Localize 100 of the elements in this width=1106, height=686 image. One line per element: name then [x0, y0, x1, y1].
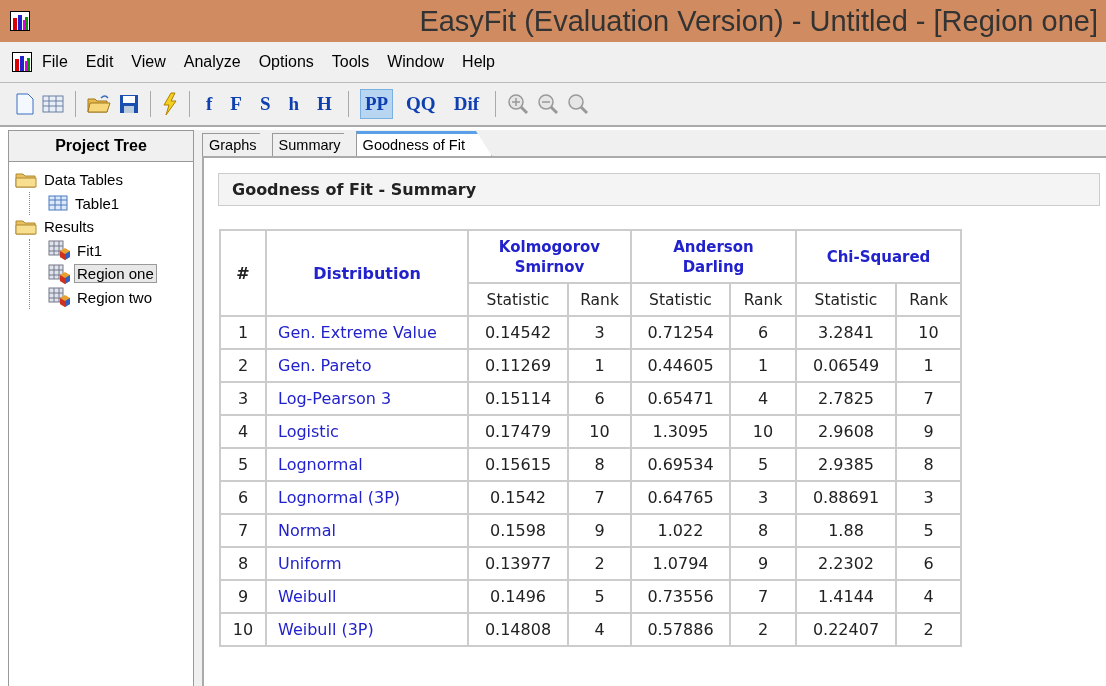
- table-cell: Weibull: [266, 580, 468, 613]
- panel-title: Project Tree: [9, 131, 193, 162]
- table-cell: 10: [568, 415, 631, 448]
- toolbar-button[interactable]: H: [312, 89, 337, 119]
- column-header: Statistic: [468, 283, 568, 316]
- table-cell: 0.06549: [796, 349, 896, 382]
- table-cell: 0.88691: [796, 481, 896, 514]
- column-header: Chi-Squared: [796, 230, 961, 283]
- table-cell: 0.57886: [631, 613, 730, 646]
- table-cell: 3: [730, 481, 796, 514]
- tree-item[interactable]: Table1: [72, 193, 123, 213]
- table-cell: 4: [568, 613, 631, 646]
- toolbar-button[interactable]: QQ: [401, 89, 441, 119]
- table-cell: Gen. Extreme Value: [266, 316, 468, 349]
- table-cell: 3: [220, 382, 266, 415]
- grid-cube-icon: [48, 263, 70, 284]
- toolbar-button[interactable]: PP: [359, 89, 394, 119]
- toolbar-button[interactable]: S: [254, 89, 276, 119]
- table-cell: 0.14808: [468, 613, 568, 646]
- table-cell: 4: [220, 415, 266, 448]
- table-cell: 0.13977: [468, 547, 568, 580]
- grid-cube-icon: [48, 240, 70, 261]
- table-cell: 1.88: [796, 514, 896, 547]
- menu-item[interactable]: Edit: [77, 51, 122, 73]
- column-header: Rank: [568, 283, 631, 316]
- table-cell: 9: [730, 547, 796, 580]
- table-cell: 6: [896, 547, 961, 580]
- table-cell: 10: [220, 613, 266, 646]
- table-cell: 5: [220, 448, 266, 481]
- table-cell: 0.1598: [468, 514, 568, 547]
- open-folder-icon[interactable]: [87, 94, 111, 114]
- table-cell: Logistic: [266, 415, 468, 448]
- table-cell: 2: [568, 547, 631, 580]
- table-cell: Weibull (3P): [266, 613, 468, 646]
- tab[interactable]: Goodness of Fit: [355, 131, 492, 156]
- save-icon[interactable]: [119, 94, 139, 114]
- toolbar-button[interactable]: h: [283, 89, 305, 119]
- table-cell: 6: [730, 316, 796, 349]
- table-cell: 0.73556: [631, 580, 730, 613]
- menu-item[interactable]: Tools: [323, 51, 378, 73]
- tree-item[interactable]: Fit1: [74, 240, 105, 260]
- table-cell: 9: [220, 580, 266, 613]
- table-cell: 1: [220, 316, 266, 349]
- table-cell: Uniform: [266, 547, 468, 580]
- zoom-out-icon[interactable]: [537, 93, 559, 115]
- table-cell: 1.3095: [631, 415, 730, 448]
- table-cell: 0.15114: [468, 382, 568, 415]
- column-header: #: [220, 230, 266, 316]
- column-header: Distribution: [266, 230, 468, 316]
- folder-icon: [15, 218, 37, 235]
- toolbar-button[interactable]: F: [225, 89, 247, 119]
- menu-item[interactable]: Window: [379, 51, 453, 73]
- table-cell: 2: [730, 613, 796, 646]
- menu-item[interactable]: File: [34, 51, 76, 73]
- zoom-in-icon[interactable]: [507, 93, 529, 115]
- table-icon[interactable]: [42, 95, 64, 113]
- lightning-icon[interactable]: [162, 92, 178, 116]
- menu-item[interactable]: Options: [250, 51, 322, 73]
- table-cell: 5: [568, 580, 631, 613]
- grid-cube-icon: [48, 287, 70, 308]
- tree-item[interactable]: Region one: [74, 264, 157, 284]
- window-title: EasyFit (Evaluation Version) - Untitled - [Region one]: [419, 4, 1098, 38]
- table-cell: 0.44605: [631, 349, 730, 382]
- table-cell: Normal: [266, 514, 468, 547]
- table-cell: 2.9608: [796, 415, 896, 448]
- table-cell: 0.65471: [631, 382, 730, 415]
- table-cell: 5: [730, 448, 796, 481]
- menu-item[interactable]: View: [123, 51, 174, 73]
- toolbar-button[interactable]: Dif: [448, 89, 484, 119]
- tree-item[interactable]: Results: [41, 217, 98, 237]
- table-cell: 0.69534: [631, 448, 730, 481]
- tree-item[interactable]: Data Tables: [41, 170, 126, 190]
- magnifier-icon[interactable]: [567, 93, 589, 115]
- table-cell: 4: [896, 580, 961, 613]
- table-cell: 7: [896, 382, 961, 415]
- tree-item[interactable]: Region two: [74, 287, 156, 307]
- new-document-icon[interactable]: [16, 93, 34, 115]
- table-cell: 9: [568, 514, 631, 547]
- table-cell: 0.71254: [631, 316, 730, 349]
- table-cell: 1.0794: [631, 547, 730, 580]
- table-cell: 7: [220, 514, 266, 547]
- table-cell: 0.22407: [796, 613, 896, 646]
- menu-item[interactable]: Help: [454, 51, 503, 73]
- table-cell: 1.022: [631, 514, 730, 547]
- menu-item[interactable]: Analyze: [175, 51, 249, 73]
- table-cell: 0.15615: [468, 448, 568, 481]
- table-cell: 0.17479: [468, 415, 568, 448]
- table-cell: 1: [568, 349, 631, 382]
- column-header: Rank: [896, 283, 961, 316]
- table-cell: 8: [220, 547, 266, 580]
- column-header: Rank: [730, 283, 796, 316]
- table-cell: 10: [896, 316, 961, 349]
- table-cell: 8: [568, 448, 631, 481]
- table-cell: 7: [568, 481, 631, 514]
- toolbar-button[interactable]: f: [201, 89, 218, 119]
- table-cell: 1: [896, 349, 961, 382]
- table-cell: 1.4144: [796, 580, 896, 613]
- table-cell: 3: [896, 481, 961, 514]
- table-cell: 2.2302: [796, 547, 896, 580]
- table-cell: 2.9385: [796, 448, 896, 481]
